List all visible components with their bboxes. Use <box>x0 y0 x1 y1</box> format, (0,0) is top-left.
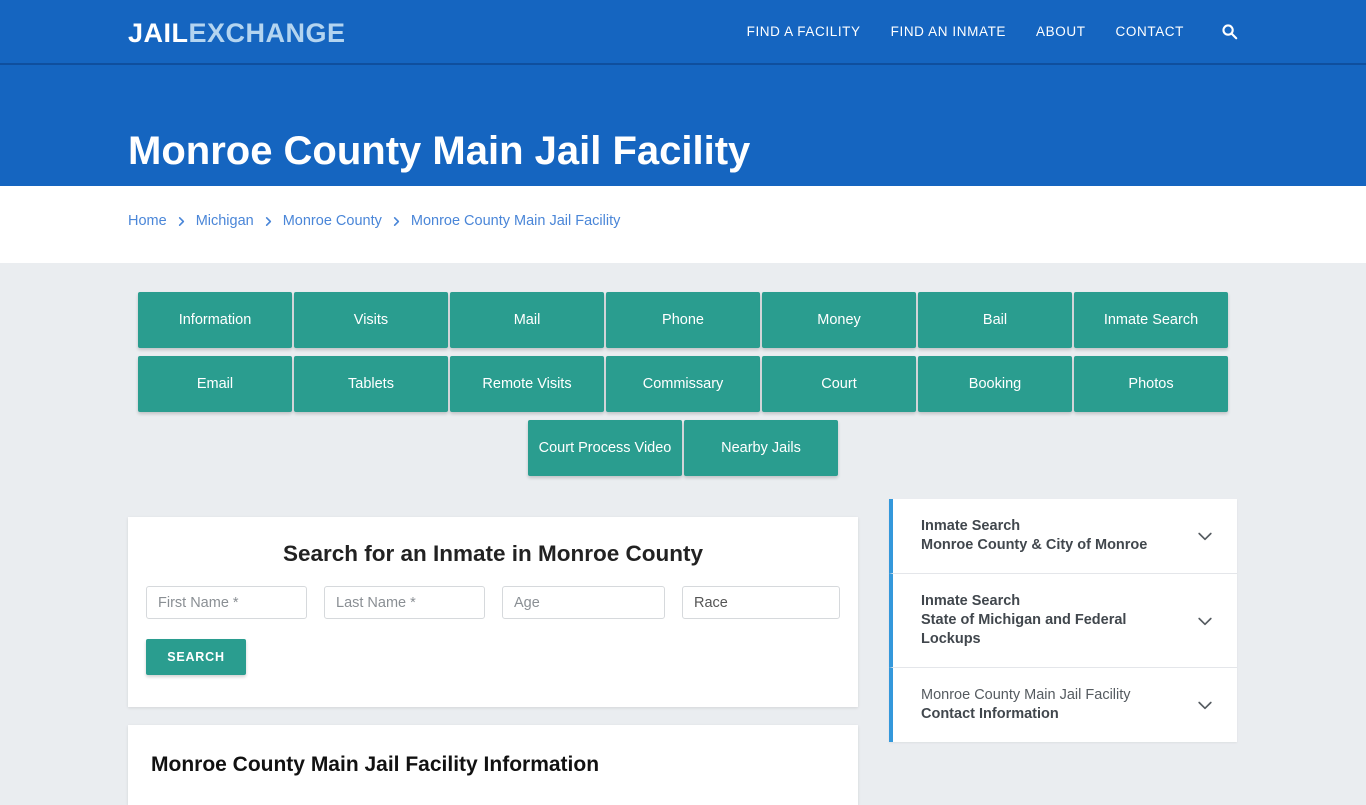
section-button-information[interactable]: Information <box>138 292 292 348</box>
inmate-search-heading: Search for an Inmate in Monroe County <box>282 541 704 566</box>
sidebar-panel-inmate-search-state[interactable]: Inmate Search State of Michigan and Fede… <box>889 574 1237 668</box>
sidebar-panel-text: Inmate Search State of Michigan and Fede… <box>921 592 1183 649</box>
sidebar-panel-line1: Inmate Search <box>921 593 1021 609</box>
section-button-money[interactable]: Money <box>762 292 916 348</box>
section-button-court[interactable]: Court <box>762 356 916 412</box>
logo-text-jail: JAIL <box>128 18 189 48</box>
race-select[interactable]: Race <box>682 586 840 619</box>
chevron-right-icon <box>391 216 402 227</box>
last-name-input[interactable] <box>324 586 485 619</box>
button-row-1: Information Visits Mail Phone Money Bail… <box>138 292 1228 348</box>
chevron-right-icon <box>176 216 187 227</box>
breadcrumb-band: Home Michigan Monroe County Monroe Count… <box>0 186 1366 263</box>
facility-section-buttons: Information Visits Mail Phone Money Bail… <box>138 292 1228 484</box>
sidebar-accordion: Inmate Search Monroe County & City of Mo… <box>889 499 1237 742</box>
section-button-phone[interactable]: Phone <box>606 292 760 348</box>
site-logo[interactable]: JAILEXCHANGE <box>128 18 346 48</box>
section-button-mail[interactable]: Mail <box>450 292 604 348</box>
button-row-3: Court Process Video Nearby Jails <box>138 420 1228 476</box>
chevron-down-icon[interactable] <box>1195 611 1215 631</box>
facility-information-card: Monroe County Main Jail Facility Informa… <box>128 725 858 805</box>
breadcrumb-item-michigan[interactable]: Michigan <box>196 213 254 229</box>
chevron-down-icon[interactable] <box>1195 526 1215 546</box>
breadcrumb-item-home[interactable]: Home <box>128 213 167 229</box>
sidebar-panel-line2: Contact Information <box>921 706 1059 722</box>
section-button-inmate-search[interactable]: Inmate Search <box>1074 292 1228 348</box>
top-navigation-bar: JAILEXCHANGE FIND A FACILITY FIND AN INM… <box>0 0 1366 65</box>
sidebar-panel-text: Inmate Search Monroe County & City of Mo… <box>921 517 1147 555</box>
breadcrumb-item-current: Monroe County Main Jail Facility <box>410 213 621 229</box>
search-icon[interactable] <box>1220 22 1238 40</box>
section-button-email[interactable]: Email <box>138 356 292 412</box>
chevron-down-icon[interactable] <box>1195 695 1215 715</box>
sidebar-panel-line1: Inmate Search <box>921 518 1021 534</box>
inmate-search-card: Search for an Inmate in Monroe County Ra… <box>128 517 858 707</box>
breadcrumb: Home Michigan Monroe County Monroe Count… <box>128 213 620 229</box>
button-row-2: Email Tablets Remote Visits Commissary C… <box>138 356 1228 412</box>
nav-find-an-inmate[interactable]: FIND AN INMATE <box>891 24 1006 39</box>
first-name-input[interactable] <box>146 586 307 619</box>
logo-text-exchange: EXCHANGE <box>188 18 346 48</box>
sidebar-panel-contact-information[interactable]: Monroe County Main Jail Facility Contact… <box>889 668 1237 742</box>
nav-contact[interactable]: CONTACT <box>1116 24 1184 39</box>
primary-nav: FIND A FACILITY FIND AN INMATE ABOUT CON… <box>747 22 1238 40</box>
inmate-search-form: Race <box>128 567 858 619</box>
page-title-band: Monroe County Main Jail Facility <box>0 65 1366 186</box>
section-button-remote-visits[interactable]: Remote Visits <box>450 356 604 412</box>
nav-about[interactable]: ABOUT <box>1036 24 1086 39</box>
section-button-photos[interactable]: Photos <box>1074 356 1228 412</box>
main-content: Information Visits Mail Phone Money Bail… <box>0 263 1366 805</box>
sidebar-panel-text: Monroe County Main Jail Facility Contact… <box>921 686 1131 724</box>
section-button-court-process-video[interactable]: Court Process Video <box>528 420 682 476</box>
breadcrumb-item-monroe-county[interactable]: Monroe County <box>283 213 382 229</box>
section-button-tablets[interactable]: Tablets <box>294 356 448 412</box>
age-input[interactable] <box>502 586 665 619</box>
sidebar-panel-inmate-search-county[interactable]: Inmate Search Monroe County & City of Mo… <box>889 499 1237 574</box>
section-button-commissary[interactable]: Commissary <box>606 356 760 412</box>
section-button-bail[interactable]: Bail <box>918 292 1072 348</box>
page-title: Monroe County Main Jail Facility <box>128 128 751 173</box>
section-button-booking[interactable]: Booking <box>918 356 1072 412</box>
sidebar-panel-line2: State of Michigan and Federal Lockups <box>921 612 1127 647</box>
chevron-right-icon <box>263 216 274 227</box>
section-button-visits[interactable]: Visits <box>294 292 448 348</box>
nav-find-a-facility[interactable]: FIND A FACILITY <box>747 24 861 39</box>
search-button[interactable]: SEARCH <box>146 639 246 675</box>
facility-information-heading: Monroe County Main Jail Facility Informa… <box>151 753 600 776</box>
sidebar-panel-line1: Monroe County Main Jail Facility <box>921 687 1131 703</box>
sidebar-panel-line2: Monroe County & City of Monroe <box>921 537 1148 553</box>
section-button-nearby-jails[interactable]: Nearby Jails <box>684 420 838 476</box>
